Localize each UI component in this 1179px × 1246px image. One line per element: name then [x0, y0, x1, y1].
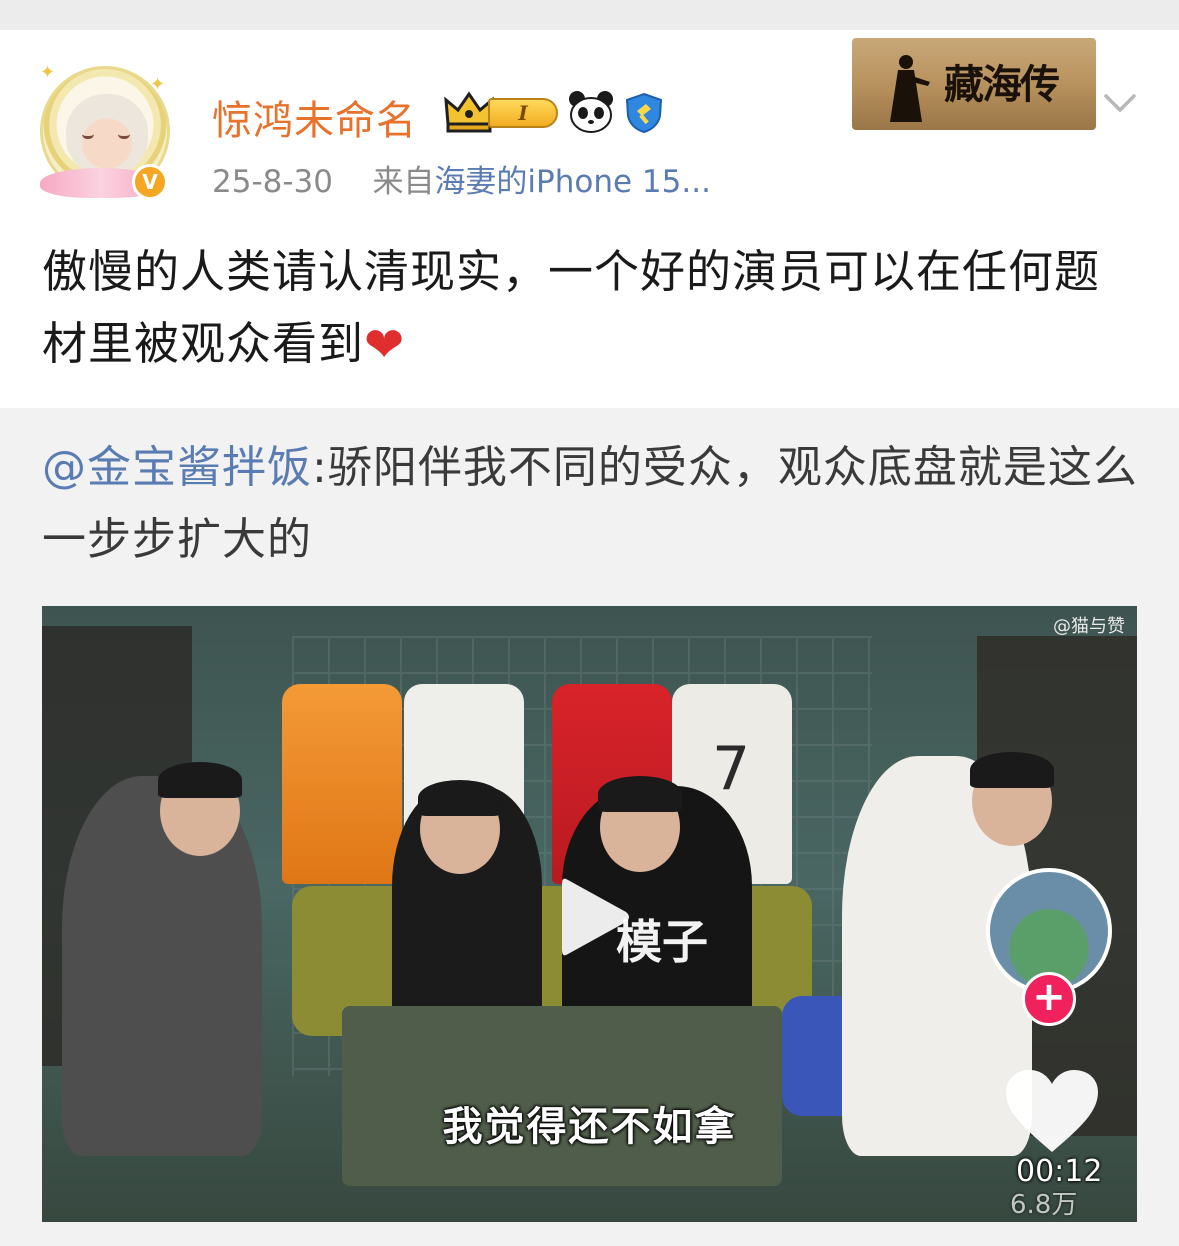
level-tag: I	[488, 98, 558, 128]
post-meta: 25-8-30 来自海妻的iPhone 15...	[212, 156, 711, 201]
member-badge[interactable]: I	[444, 90, 560, 134]
post-date: 25-8-30	[212, 164, 333, 200]
figure-icon	[890, 55, 930, 122]
play-icon[interactable]	[554, 872, 634, 962]
sparkle-icon: ✦	[150, 74, 166, 95]
top-bar	[0, 0, 1179, 30]
shield-icon[interactable]	[624, 92, 664, 134]
post-body: 傲慢的人类请认清现实，一个好的演员可以在任何题材里被观众看到❤	[42, 236, 1142, 381]
person-hair	[418, 780, 502, 816]
video-player[interactable]: 7 模子 @猫与赞 我觉得还不如拿 + 00:12 6.8万	[42, 606, 1137, 1222]
panda-icon[interactable]	[568, 90, 614, 134]
crown-icon	[444, 91, 494, 133]
sparkle-icon: ✦	[40, 62, 56, 83]
post-text: 傲慢的人类请认清现实，一个好的演员可以在任何题材里被观众看到	[42, 245, 1101, 370]
person-hair	[970, 752, 1054, 788]
decoration-banner[interactable]: 藏海传	[852, 38, 1096, 130]
plus-icon[interactable]: +	[1022, 972, 1076, 1026]
heart-icon[interactable]	[1004, 1068, 1100, 1154]
repost-body: @金宝酱拌饭:骄阳伴我不同的受众，观众底盘就是这么一步步扩大的	[42, 432, 1142, 576]
avatar-eye	[118, 134, 130, 139]
banner-title: 藏海传	[944, 61, 1060, 108]
verified-icon: V	[132, 164, 168, 200]
person-hair	[598, 776, 682, 812]
avatar-face	[66, 94, 148, 174]
like-count: 6.8万	[1010, 1190, 1078, 1220]
jersey	[282, 684, 402, 884]
video-subtitle: 我觉得还不如拿	[442, 1104, 737, 1150]
avatar[interactable]: ✦ ✦ V	[36, 60, 174, 202]
video-watermark: @猫与赞	[1053, 616, 1125, 637]
post-source-device[interactable]: 海妻的iPhone 15...	[434, 164, 711, 200]
chevron-down-icon[interactable]	[1100, 88, 1140, 118]
jersey-number: 7	[712, 734, 751, 804]
post-source-prefix: 来自	[372, 164, 435, 200]
repost-mention[interactable]: @金宝酱拌饭	[42, 442, 312, 493]
avatar-eye	[82, 134, 94, 139]
person-hair	[158, 762, 242, 798]
heart-emoji: ❤	[364, 317, 406, 373]
username[interactable]: 惊鸿未命名	[212, 88, 417, 146]
